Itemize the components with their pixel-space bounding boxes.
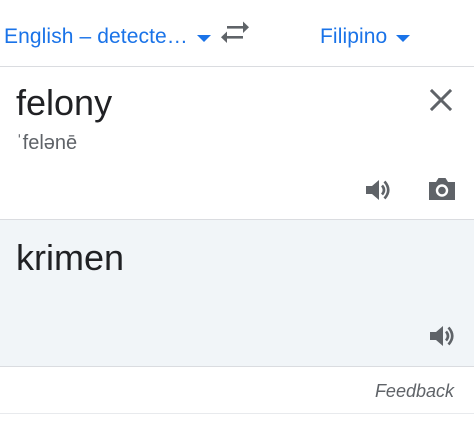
target-language-label: Filipino	[320, 25, 388, 48]
translation-panel: krimen	[0, 220, 474, 367]
swap-arrows-icon	[221, 21, 249, 43]
clear-source-button[interactable]	[428, 87, 454, 113]
caret-down-icon	[196, 35, 211, 42]
language-bar: English – detecte… Filipino	[0, 0, 474, 67]
speaker-icon	[366, 180, 390, 200]
source-language-label: English – detecte…	[4, 25, 188, 48]
listen-translation-button[interactable]	[427, 321, 457, 351]
translated-text: krimen	[16, 237, 125, 278]
caret-down-icon	[396, 35, 411, 42]
source-text-panel[interactable]: felony ˈfelənē	[0, 67, 474, 220]
source-text: felony	[16, 82, 113, 123]
close-icon	[429, 88, 453, 112]
camera-icon	[429, 178, 455, 200]
target-language-selector[interactable]: Filipino	[320, 22, 411, 52]
phonetic-transcription: ˈfelənē	[16, 132, 78, 154]
swap-languages-button[interactable]	[218, 18, 252, 48]
speaker-icon	[430, 326, 454, 346]
camera-button[interactable]	[426, 174, 458, 204]
listen-source-button[interactable]	[363, 175, 393, 205]
source-language-selector[interactable]: English – detecte…	[4, 22, 211, 52]
feedback-row: Feedback	[0, 367, 474, 414]
feedback-link[interactable]: Feedback	[375, 381, 454, 402]
